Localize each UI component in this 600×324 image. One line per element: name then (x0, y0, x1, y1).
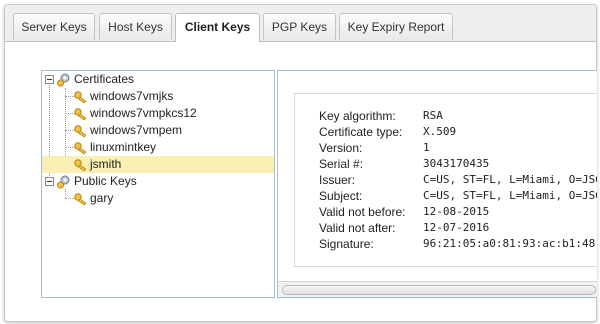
tree-node-certificates[interactable]: Certificates (42, 71, 274, 88)
tree-item-label: windows7vmjks (90, 89, 174, 103)
collapse-icon[interactable] (45, 177, 54, 186)
tree-item-windows7vmpkcs12[interactable]: windows7vmpkcs12 (42, 105, 274, 122)
detail-label: Version: (319, 141, 363, 155)
collapse-icon[interactable] (45, 75, 54, 84)
gear-keys-icon (57, 175, 70, 189)
detail-value: RSA (423, 109, 443, 122)
tab-server-keys[interactable]: Server Keys (13, 13, 95, 40)
tab-pgp-keys[interactable]: PGP Keys (263, 13, 336, 40)
tree-item-windows7vmjks[interactable]: windows7vmjks (42, 88, 274, 105)
detail-value: C=US, ST=FL, L=Miami, O=JSC (423, 189, 597, 202)
tree-node-label: Certificates (74, 72, 135, 86)
detail-label: Key algorithm: (319, 109, 396, 123)
tree-item-label: jsmith (90, 157, 122, 171)
tab-content: Certificates windows7vmjks windows7vmpkc… (5, 42, 597, 321)
tree-item-label: windows7vmpkcs12 (90, 106, 197, 120)
tree-node-label: Public Keys (74, 174, 137, 188)
key-icon (74, 125, 87, 138)
tree-item-label: gary (90, 191, 114, 205)
detail-label: Issuer: (319, 173, 356, 187)
detail-value: X.509 (423, 125, 457, 138)
detail-value: 12-08-2015 (423, 205, 490, 218)
horizontal-scrollbar[interactable] (278, 281, 597, 297)
tree-item-windows7vmpem[interactable]: windows7vmpem (42, 122, 274, 139)
detail-value: C=US, ST=FL, L=Miami, O=JSC (423, 173, 597, 186)
detail-label: Valid not after: (319, 221, 396, 235)
detail-value: 1 (423, 141, 430, 154)
tree-item-linuxmintkey[interactable]: linuxmintkey (42, 139, 274, 156)
tab-key-expiry-report[interactable]: Key Expiry Report (339, 13, 453, 40)
key-icon (74, 108, 87, 121)
scrollbar-thumb[interactable] (282, 285, 596, 295)
tab-host-keys[interactable]: Host Keys (99, 13, 172, 40)
key-tree[interactable]: Certificates windows7vmjks windows7vmpkc… (41, 70, 275, 298)
key-icon (74, 142, 87, 155)
key-icon (74, 193, 87, 206)
certificate-info-card: Key algorithm: RSA Certificate type: X.5… (294, 93, 597, 267)
tree-item-label: windows7vmpem (90, 123, 183, 137)
detail-label: Certificate type: (319, 125, 403, 139)
tree-item-jsmith[interactable]: jsmith (42, 156, 274, 173)
gear-keys-icon (57, 73, 70, 87)
detail-label: Serial #: (319, 157, 364, 171)
app-frame: Server Keys Host Keys Client Keys PGP Ke… (4, 4, 597, 322)
key-icon (74, 91, 87, 104)
tab-client-keys[interactable]: Client Keys (175, 13, 260, 42)
detail-label: Valid not before: (319, 205, 406, 219)
tree-item-gary[interactable]: gary (42, 190, 274, 207)
tab-bar: Server Keys Host Keys Client Keys PGP Ke… (5, 5, 596, 42)
key-details-panel: Key algorithm: RSA Certificate type: X.5… (277, 70, 597, 298)
key-icon (74, 159, 87, 172)
detail-value: 96:21:05:a0:81:93:ac:b1:48: (423, 237, 597, 250)
detail-value: 12-07-2016 (423, 221, 490, 234)
tree-node-public-keys[interactable]: Public Keys (42, 173, 274, 190)
detail-value: 3043170435 (423, 157, 490, 170)
detail-label: Subject: (319, 189, 363, 203)
detail-label: Signature: (319, 237, 374, 251)
tree-item-label: linuxmintkey (90, 140, 157, 154)
